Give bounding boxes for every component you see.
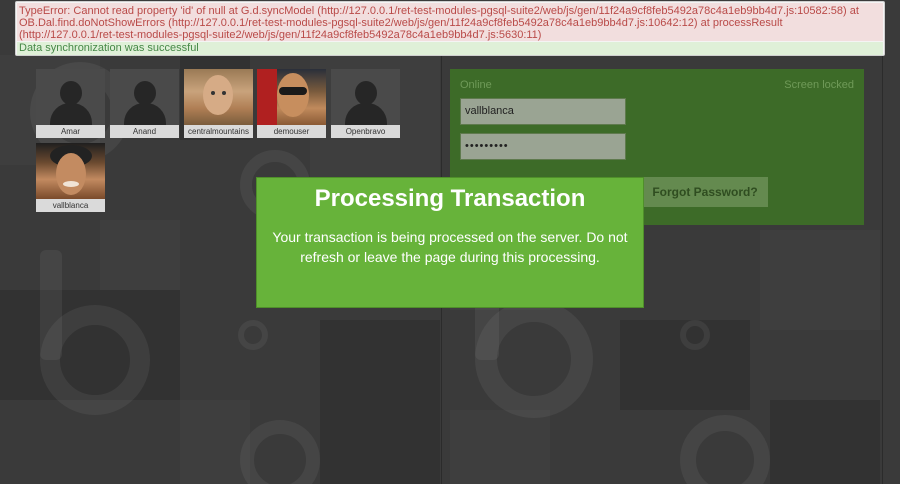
- modal-title: Processing Transaction: [314, 185, 586, 212]
- user-photo: [184, 69, 253, 125]
- user-name: Anand: [110, 125, 179, 138]
- connection-status: Online: [460, 79, 492, 91]
- user-tile-anand[interactable]: Anand: [110, 69, 179, 138]
- user-name: Amar: [36, 125, 105, 138]
- user-name: centralmountains: [184, 125, 253, 138]
- username-field[interactable]: vallblanca: [460, 98, 626, 125]
- user-name: vallblanca: [36, 199, 105, 212]
- default-avatar-icon: [331, 69, 400, 125]
- user-tile-amar[interactable]: Amar: [36, 69, 105, 138]
- screen-locked-label: Screen locked: [784, 79, 854, 91]
- modal-body: Your transaction is being processed on t…: [272, 229, 628, 265]
- user-tile-demouser[interactable]: demouser: [257, 69, 326, 138]
- user-tile-vallblanca[interactable]: vallblanca: [36, 143, 105, 212]
- user-photo: [257, 69, 326, 125]
- message-area: TypeError: Cannot read property 'id' of …: [15, 1, 885, 56]
- error-message: TypeError: Cannot read property 'id' of …: [17, 3, 883, 41]
- user-name: demouser: [257, 125, 326, 138]
- default-avatar-icon: [110, 69, 179, 125]
- user-photo: [36, 143, 105, 199]
- forgot-password-button[interactable]: Forgot Password?: [642, 177, 768, 207]
- processing-modal: Processing Transaction Your transaction …: [256, 177, 644, 308]
- user-tile-centralmountains[interactable]: centralmountains: [184, 69, 253, 138]
- password-field[interactable]: •••••••••: [460, 133, 626, 160]
- user-tile-openbravo[interactable]: Openbravo: [331, 69, 400, 138]
- user-name: Openbravo: [331, 125, 400, 138]
- success-message: Data synchronization was successful: [17, 42, 883, 55]
- default-avatar-icon: [36, 69, 105, 125]
